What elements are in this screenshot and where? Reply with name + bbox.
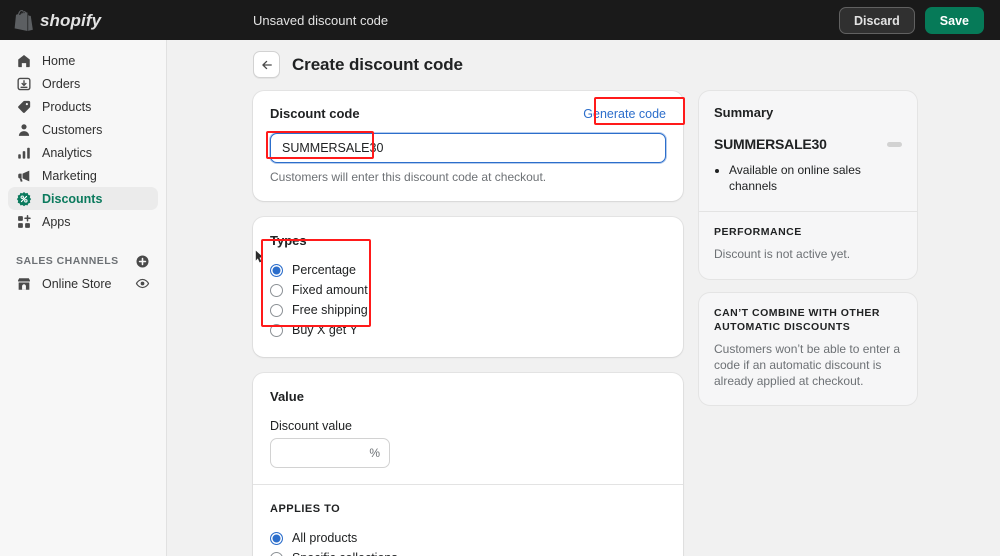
sidebar-item-marketing[interactable]: Marketing (8, 164, 158, 187)
discount-code-input[interactable] (270, 133, 666, 163)
performance-label: PERFORMANCE (714, 226, 802, 238)
summary-card: Summary SUMMERSALE30 Available on online… (699, 91, 917, 279)
type-option-percentage[interactable]: Percentage (270, 260, 666, 280)
summary-code-row: SUMMERSALE30 (714, 136, 902, 152)
summary-column: Summary SUMMERSALE30 Available on online… (699, 91, 917, 556)
type-option-fixed-amount[interactable]: Fixed amount (270, 280, 666, 300)
discounts-icon (16, 191, 32, 206)
sidebar-item-orders[interactable]: Orders (8, 72, 158, 95)
plus-circle-icon[interactable] (135, 254, 150, 269)
radio-indicator (270, 551, 283, 556)
type-option-label: Fixed amount (292, 283, 368, 297)
type-option-label: Buy X get Y (292, 323, 358, 337)
sidebar-item-label: Marketing (42, 168, 97, 183)
sidebar-item-apps[interactable]: Apps (8, 210, 158, 233)
generate-code-link[interactable]: Generate code (583, 107, 666, 121)
applies-to-label: APPLIES TO (270, 503, 341, 515)
discount-code-card: Discount code Generate code Customers wi… (253, 91, 683, 201)
radio-indicator (270, 263, 283, 277)
primary-column: Discount code Generate code Customers wi… (253, 91, 683, 556)
page-header: Create discount code (167, 40, 1000, 78)
sidebar-item-customers[interactable]: Customers (8, 118, 158, 141)
radio-indicator (270, 303, 283, 317)
type-option-free-shipping[interactable]: Free shipping (270, 300, 666, 320)
combination-notice-text: Customers won’t be able to enter a code … (714, 342, 901, 388)
combination-notice-card: CAN’T COMBINE WITH OTHER AUTOMATIC DISCO… (699, 293, 917, 405)
sidebar-item-label: Customers (42, 122, 103, 137)
content-columns: Discount code Generate code Customers wi… (167, 78, 1000, 556)
sidebar-item-discounts[interactable]: Discounts (8, 187, 158, 210)
shopify-bag-icon (14, 9, 33, 31)
products-icon (18, 100, 31, 113)
types-card-title: Types (270, 233, 307, 248)
arrow-left-icon (261, 60, 272, 69)
sidebar-item-label: Home (42, 53, 76, 68)
sidebar-item-label: Orders (42, 76, 81, 91)
sidebar-item-label: Analytics (42, 145, 93, 160)
top-bar: shopify Unsaved discount code Discard Sa… (0, 0, 1000, 40)
discount-code-card-header: Discount code Generate code (270, 106, 666, 121)
sidebar-item-label: Online Store (42, 276, 112, 291)
discount-code-card-title: Discount code (270, 106, 360, 121)
store-icon (18, 277, 30, 290)
page-title: Create discount code (292, 54, 463, 74)
sidebar: Home Orders Products Customers Analytics… (0, 40, 167, 556)
types-card: Types Percentage Fixed amount Free shipp… (253, 217, 683, 357)
sidebar-item-label: Products (42, 99, 92, 114)
radio-indicator (270, 531, 283, 545)
performance-text: Discount is not active yet. (714, 247, 851, 261)
back-button[interactable] (253, 51, 280, 78)
list-item: Available on online sales channels (729, 162, 902, 194)
sidebar-section-sales-channels: SALES CHANNELS (8, 250, 158, 272)
radio-indicator (270, 323, 283, 337)
discount-code-field (270, 133, 666, 163)
type-option-label: Percentage (292, 263, 356, 277)
applies-to-option-all-products[interactable]: All products (270, 528, 666, 548)
radio-indicator (270, 283, 283, 297)
discount-code-help-text: Customers will enter this discount code … (270, 170, 547, 184)
type-option-label: Free shipping (292, 303, 368, 317)
value-card: Value Discount value % APPLIES TO All pr… (253, 373, 683, 556)
analytics-icon (18, 147, 30, 159)
summary-bullet-list: Available on online sales channels (714, 162, 902, 194)
discount-value-input[interactable] (270, 438, 390, 468)
applies-to-radio-group: All products Specific collections Specif… (270, 528, 666, 556)
customers-icon (18, 123, 30, 136)
apps-icon (18, 214, 31, 228)
shopify-wordmark: shopify (40, 10, 102, 30)
sidebar-item-analytics[interactable]: Analytics (8, 141, 158, 164)
app-root: shopify Unsaved discount code Discard Sa… (0, 0, 1000, 556)
summary-title: Summary (714, 105, 774, 120)
topbar-actions: Discard Save (838, 6, 1000, 34)
value-card-title: Value (270, 389, 304, 404)
orders-icon (17, 77, 31, 90)
sidebar-item-home[interactable]: Home (8, 49, 158, 72)
main-content: Create discount code Discount code Gener… (167, 40, 1000, 556)
home-icon (18, 54, 30, 67)
discard-button[interactable]: Discard (838, 6, 915, 34)
shopify-logo[interactable]: shopify (0, 0, 167, 40)
combination-notice-label: CAN’T COMBINE WITH OTHER AUTOMATIC DISCO… (714, 307, 880, 333)
marketing-icon (18, 170, 30, 182)
summary-code: SUMMERSALE30 (714, 136, 827, 152)
summary-placeholder-bar (887, 141, 902, 147)
sidebar-item-online-store[interactable]: Online Store (8, 272, 158, 295)
sidebar-section-label: SALES CHANNELS (16, 255, 119, 267)
save-button[interactable]: Save (924, 6, 984, 34)
applies-to-option-label: All products (292, 531, 358, 545)
sidebar-item-label: Apps (42, 214, 71, 229)
sidebar-item-label: Discounts (42, 191, 103, 206)
discount-value-field: % (270, 438, 390, 468)
type-option-buy-x-get-y[interactable]: Buy X get Y (270, 320, 666, 340)
sidebar-item-products[interactable]: Products (8, 95, 158, 118)
applies-to-option-specific-collections[interactable]: Specific collections (270, 548, 666, 556)
topbar-title: Unsaved discount code (253, 12, 389, 28)
applies-to-option-label: Specific collections (292, 551, 398, 556)
types-radio-group: Percentage Fixed amount Free shipping Bu… (270, 260, 666, 340)
eye-icon[interactable] (135, 276, 150, 291)
discount-value-label: Discount value (270, 419, 352, 433)
